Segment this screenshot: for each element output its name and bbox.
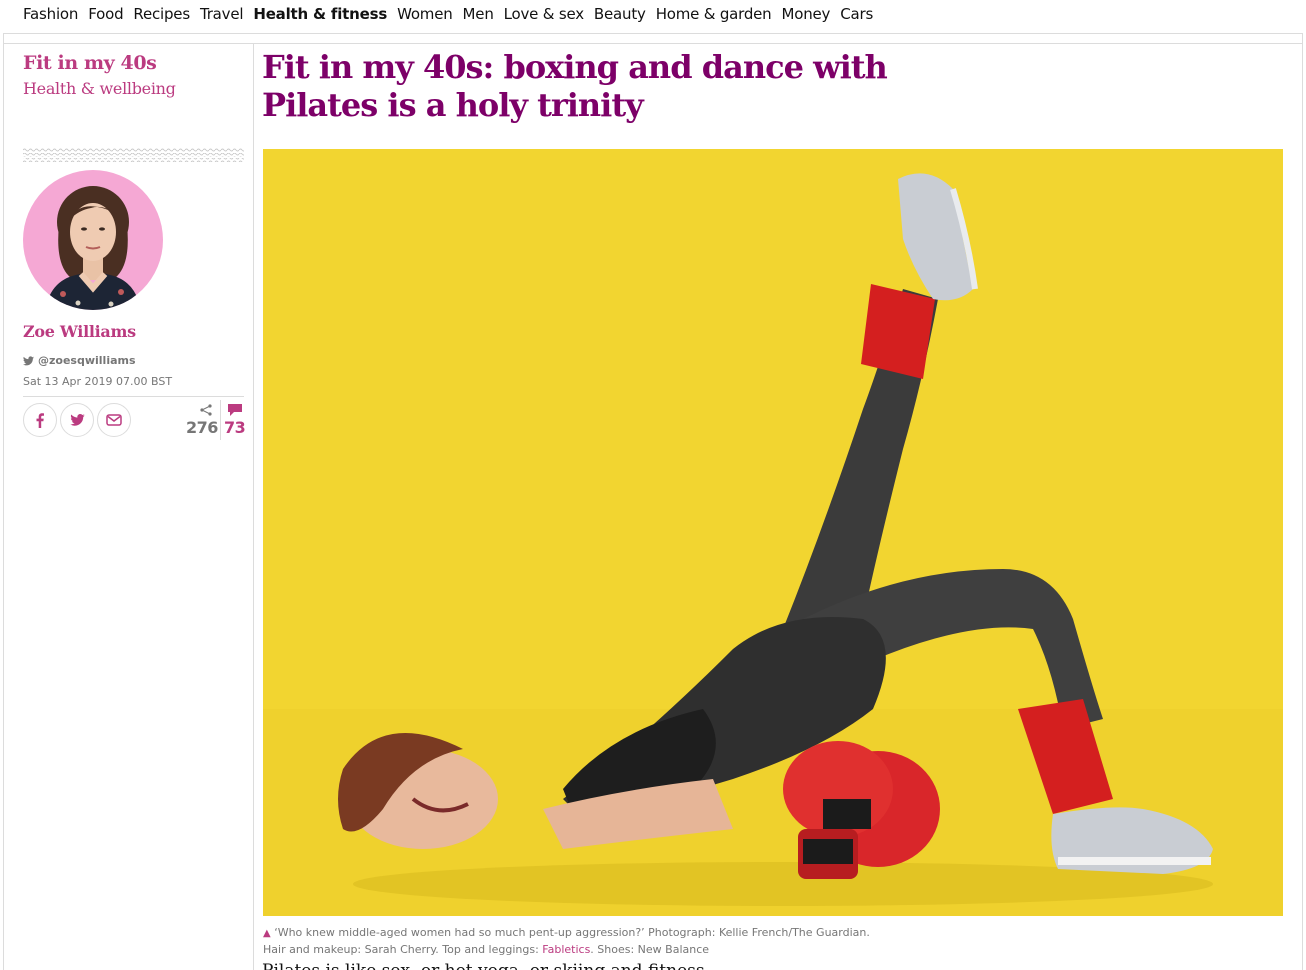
share-facebook-button[interactable] xyxy=(23,403,57,437)
facebook-icon xyxy=(36,412,44,428)
nav-item-fashion[interactable]: Fashion xyxy=(23,5,78,23)
comment-icon[interactable] xyxy=(227,403,243,417)
nav-item-men[interactable]: Men xyxy=(463,5,494,23)
divider xyxy=(3,33,4,970)
author-avatar xyxy=(23,170,163,310)
nav-item-recipes[interactable]: Recipes xyxy=(133,5,190,23)
divider xyxy=(253,44,254,970)
caption-text-end: . Shoes: New Balance xyxy=(590,943,710,956)
publish-date: Sat 13 Apr 2019 07.00 BST xyxy=(23,375,173,388)
caption-link-fabletics[interactable]: Fabletics xyxy=(542,943,590,956)
divider xyxy=(220,400,221,440)
divider xyxy=(3,43,1303,44)
comment-count[interactable]: 73 xyxy=(224,418,246,437)
image-caption: ▲ ‘Who knew middle-aged women had so muc… xyxy=(263,925,893,958)
divider xyxy=(23,396,244,397)
section-nav: Fashion Food Recipes Travel Health & fit… xyxy=(0,0,1306,28)
nav-item-health-fitness[interactable]: Health & fitness xyxy=(253,5,387,23)
twitter-handle[interactable]: @zoesqwilliams xyxy=(38,354,136,367)
nav-item-cars[interactable]: Cars xyxy=(840,5,873,23)
share-twitter-button[interactable] xyxy=(60,403,94,437)
share-count: 276 xyxy=(186,418,218,437)
divider xyxy=(1302,33,1303,970)
article-main-image xyxy=(263,149,1283,916)
article-body-start: Pilates is like sex, or hot yoga, or ski… xyxy=(262,961,722,970)
nav-item-beauty[interactable]: Beauty xyxy=(594,5,646,23)
nav-item-food[interactable]: Food xyxy=(88,5,123,23)
nav-item-travel[interactable]: Travel xyxy=(200,5,244,23)
twitter-icon xyxy=(23,355,34,365)
nav-item-money[interactable]: Money xyxy=(782,5,831,23)
author-twitter[interactable]: @zoesqwilliams xyxy=(23,354,136,367)
squiggle-divider xyxy=(23,148,244,162)
article-headline: Fit in my 40s: boxing and dance with Pil… xyxy=(262,48,888,124)
author-name[interactable]: Zoe Williams xyxy=(23,322,136,341)
nav-item-home-garden[interactable]: Home & garden xyxy=(656,5,772,23)
email-icon xyxy=(106,414,122,426)
divider xyxy=(3,33,1303,34)
share-icon xyxy=(200,404,212,416)
series-title[interactable]: Fit in my 40s xyxy=(23,52,157,74)
twitter-icon xyxy=(69,414,85,426)
share-email-button[interactable] xyxy=(97,403,131,437)
caption-triangle-icon: ▲ xyxy=(263,928,271,939)
nav-item-women[interactable]: Women xyxy=(397,5,453,23)
nav-item-love-sex[interactable]: Love & sex xyxy=(504,5,584,23)
series-subtitle[interactable]: Health & wellbeing xyxy=(23,79,176,98)
